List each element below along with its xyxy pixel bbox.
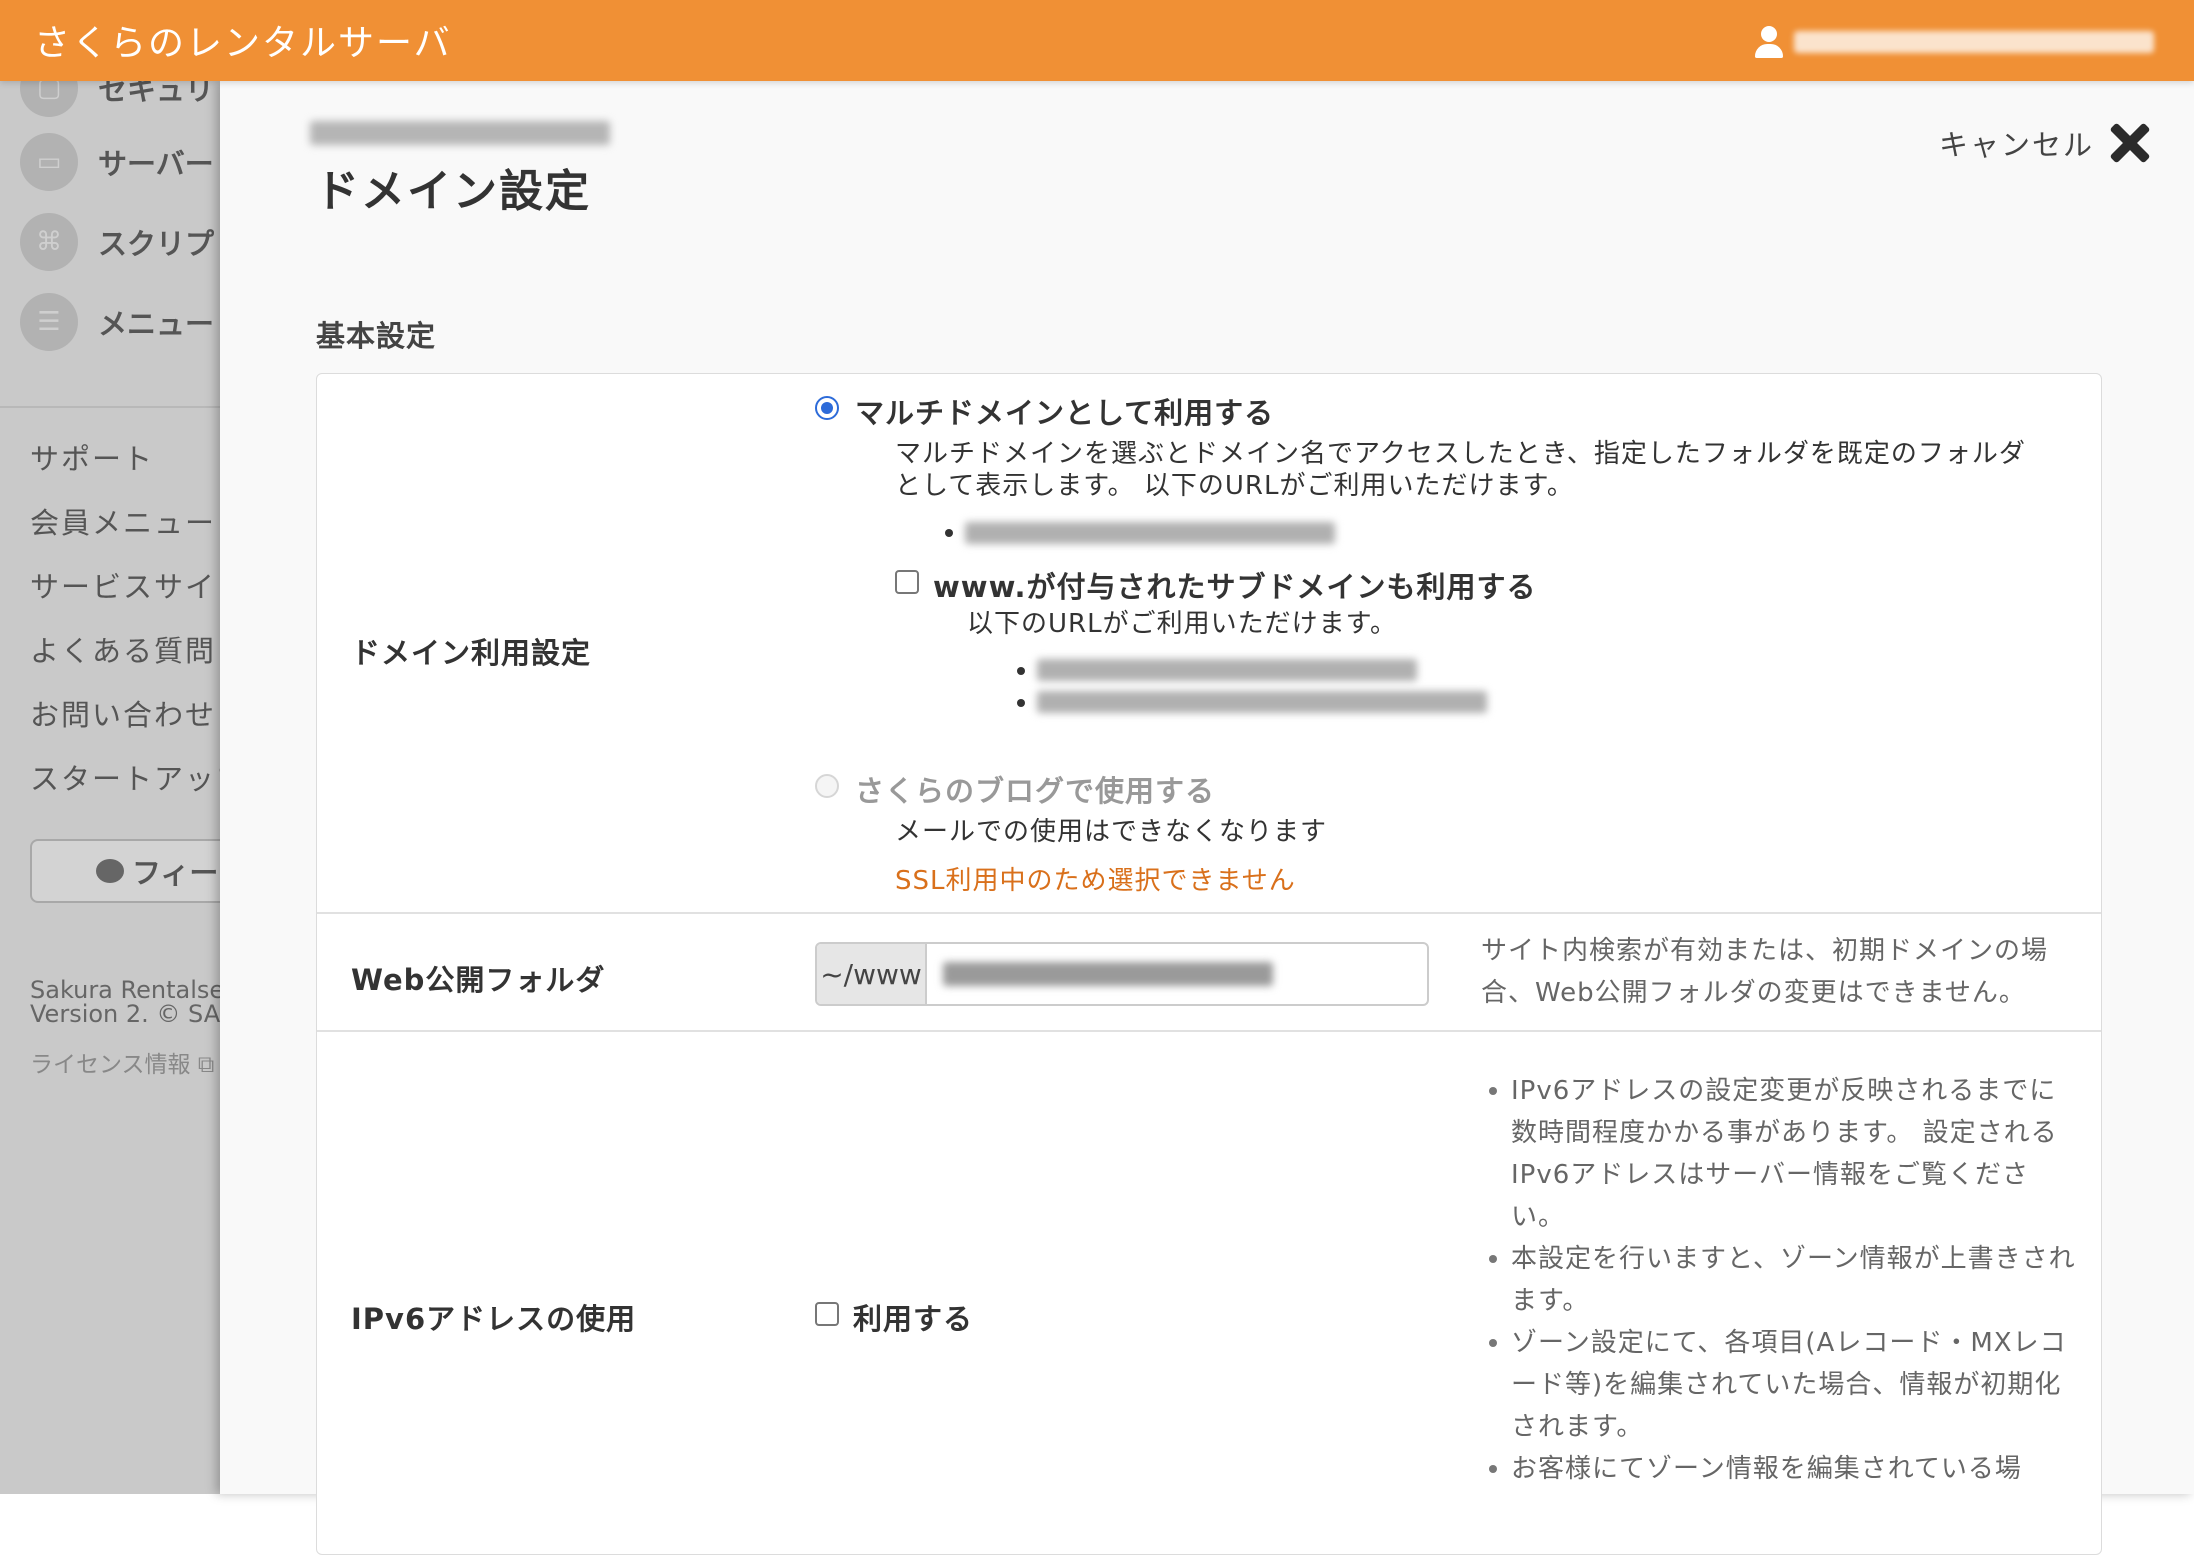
- domain-name-redacted: [310, 121, 610, 145]
- feedback-button[interactable]: フィー: [30, 839, 230, 903]
- chat-bubble-icon: [96, 859, 124, 883]
- ipv6-note: ゾーン設定にて、各項目(Aレコード・MXレコード等)を編集されていた場合、情報が…: [1481, 1322, 2081, 1448]
- cancel-button[interactable]: キャンセル: [1939, 121, 2152, 165]
- bullet: [945, 529, 953, 537]
- bullet: [1017, 667, 1025, 675]
- sidebar-item-security[interactable]: ▢ セキュリ: [20, 81, 214, 117]
- folder-path-redacted: [943, 962, 1273, 986]
- top-bar: さくらのレンタルサーバ: [0, 0, 2194, 81]
- sidebar-item-label: メニュー: [98, 307, 215, 341]
- sidebar-item-script[interactable]: ⌘ スクリプ: [20, 213, 214, 271]
- web-folder-help-2: 合、Web公開フォルダの変更はできません。: [1481, 978, 2026, 1008]
- ipv6-label: IPv6アドレスの使用: [351, 1302, 637, 1336]
- license-link[interactable]: ライセンス情報 ⧉: [30, 1045, 214, 1079]
- multi-domain-desc-1: マルチドメインを選ぶとドメイン名でアクセスしたとき、指定したフォルダを既定のフォ…: [895, 439, 2026, 469]
- sidebar-link-contact[interactable]: お問い合わせ: [30, 692, 216, 734]
- ipv6-checkbox-label[interactable]: 利用する: [853, 1296, 973, 1338]
- web-folder-prefix: ~/www: [817, 944, 927, 1004]
- sidebar-divider: [0, 406, 230, 408]
- footer-version: Version 2. © SAK: [30, 1000, 230, 1028]
- sidebar-item-label: サーバー: [98, 147, 214, 181]
- feedback-label: フィー: [132, 856, 219, 890]
- license-label: ライセンス情報: [30, 1052, 191, 1078]
- script-file-icon: ⌘: [20, 213, 78, 271]
- ssl-warning-text: SSL利用中のため選択できません: [895, 866, 1296, 896]
- web-folder-label: Web公開フォルダ: [351, 963, 606, 997]
- user-icon: [1754, 26, 1784, 58]
- sidebar-item-label: セキュリ: [98, 81, 215, 107]
- sidebar-link-service-site[interactable]: サービスサイ: [30, 564, 216, 606]
- row-divider: [317, 912, 2101, 914]
- web-folder-input[interactable]: [927, 944, 1427, 1004]
- ipv6-note: お客様にてゾーン情報を編集されている場: [1481, 1448, 2081, 1490]
- app-title[interactable]: さくらのレンタルサーバ: [34, 14, 452, 66]
- cancel-label: キャンセル: [1938, 128, 2094, 162]
- option-sakura-blog-label: さくらのブログで使用する: [855, 774, 1216, 808]
- ipv6-note: 本設定を行いますと、ゾーン情報が上書きされます。: [1481, 1238, 2081, 1322]
- url-redacted: [1037, 659, 1417, 681]
- ipv6-checkbox[interactable]: [815, 1302, 839, 1326]
- sidebar-link-member-menu[interactable]: 会員メニュー: [30, 500, 216, 542]
- sidebar-link-faq[interactable]: よくある質問: [30, 628, 216, 670]
- www-subdomain-label[interactable]: www.が付与されたサブドメインも利用する: [933, 564, 1537, 606]
- section-title-basic: 基本設定: [316, 319, 437, 353]
- sidebar: ▢ セキュリ ▭ サーバー ⌘ スクリプ ☰ メニュー サポート 会員メニュー …: [0, 81, 230, 1494]
- sakura-blog-desc: メールでの使用はできなくなります: [895, 817, 1328, 847]
- page-title: ドメイン設定: [315, 166, 591, 217]
- list-icon: ☰: [20, 293, 78, 351]
- user-email-redacted: [1794, 31, 2154, 53]
- row-divider: [317, 1030, 2101, 1032]
- ipv6-notes-list: IPv6アドレスの設定変更が反映されるまでに数時間程度かかる事があります。 設定…: [1481, 1070, 2081, 1490]
- radio-multi-domain[interactable]: [815, 396, 839, 420]
- server-icon: ▭: [20, 133, 78, 191]
- radio-sakura-blog[interactable]: [815, 774, 839, 798]
- shield-icon: ▢: [20, 81, 78, 117]
- sidebar-item-server[interactable]: ▭ サーバー: [20, 133, 214, 191]
- sidebar-item-label: スクリプ: [98, 227, 215, 261]
- ipv6-note: IPv6アドレスの設定変更が反映されるまでに数時間程度かかる事があります。 設定…: [1481, 1070, 2081, 1238]
- web-folder-help-1: サイト内検索が有効または、初期ドメインの場: [1481, 936, 2049, 966]
- external-link-icon: ⧉: [197, 1052, 215, 1078]
- bullet: [1017, 699, 1025, 707]
- user-menu[interactable]: [1754, 22, 2154, 62]
- domain-settings-panel: ドメイン設定 キャンセル 基本設定 ドメイン利用設定 マルチドメインとして利用す…: [220, 81, 2194, 1555]
- multi-domain-desc-2: として表示します。 以下のURLがご利用いただけます。: [895, 471, 1574, 501]
- www-subdomain-checkbox[interactable]: [895, 570, 919, 594]
- sidebar-link-startup[interactable]: スタートアップ: [30, 756, 230, 798]
- sidebar-link-support[interactable]: サポート: [30, 436, 154, 478]
- domain-usage-label: ドメイン利用設定: [351, 636, 592, 670]
- option-multi-domain-label[interactable]: マルチドメインとして利用する: [855, 390, 1274, 432]
- url-redacted: [965, 522, 1335, 544]
- sidebar-item-menu[interactable]: ☰ メニュー: [20, 293, 214, 351]
- settings-card: ドメイン利用設定 マルチドメインとして利用する マルチドメインを選ぶとドメイン名…: [316, 373, 2102, 1555]
- close-icon: [2108, 121, 2152, 165]
- web-folder-input-group[interactable]: ~/www: [815, 942, 1429, 1006]
- url-redacted: [1037, 691, 1487, 713]
- www-subdomain-desc: 以下のURLがご利用いただけます。: [967, 609, 1397, 639]
